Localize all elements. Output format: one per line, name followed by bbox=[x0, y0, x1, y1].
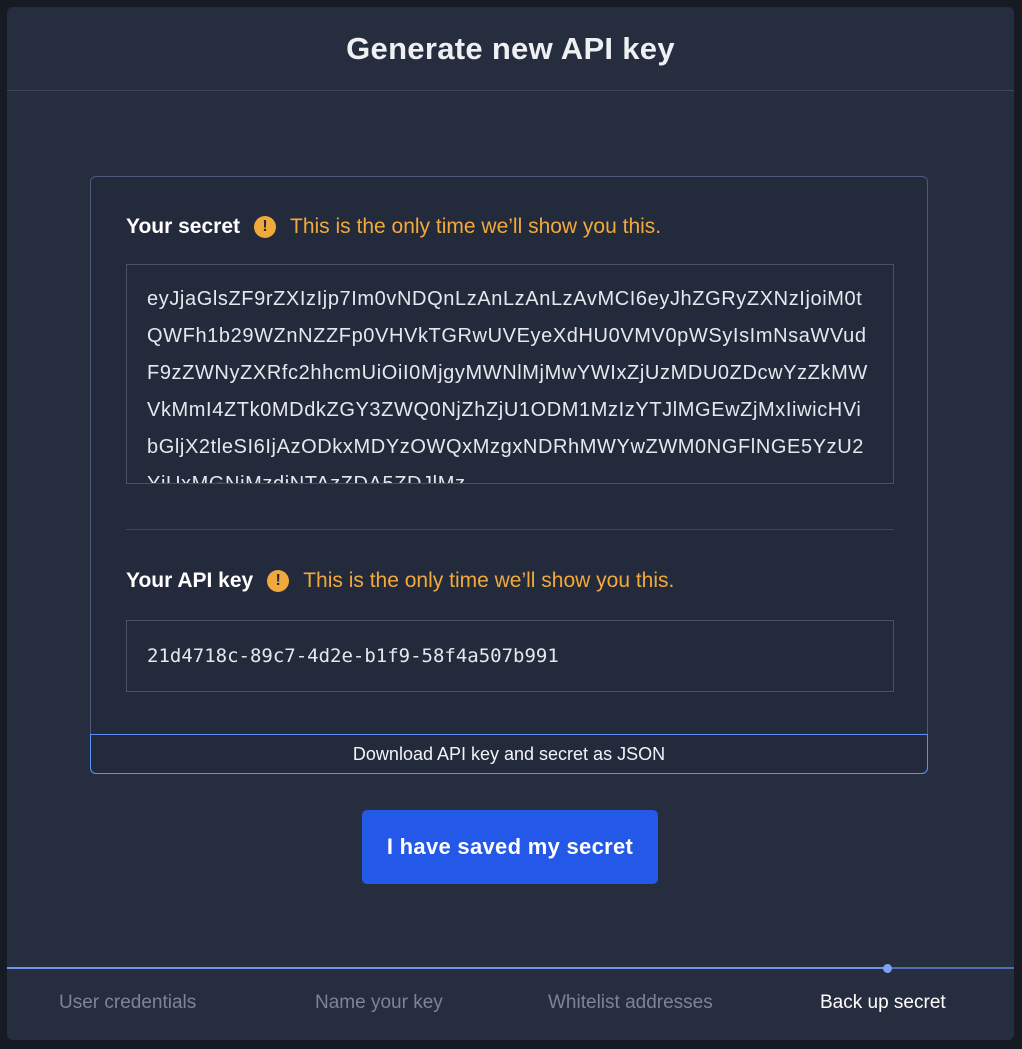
step-name-your-key[interactable]: Name your key bbox=[315, 992, 443, 1014]
download-json-button[interactable]: Download API key and secret as JSON bbox=[90, 734, 928, 774]
section-divider bbox=[126, 529, 894, 530]
wizard-steps: User credentials Name your key Whitelist… bbox=[7, 992, 1014, 1016]
apikey-label: Your API key bbox=[126, 569, 254, 592]
step-back-up-secret[interactable]: Back up secret bbox=[820, 992, 946, 1014]
exclamation-circle-icon: ! bbox=[267, 570, 290, 592]
secret-label: Your secret bbox=[126, 215, 240, 238]
apikey-label-row: Your API key ! This is the only time we’… bbox=[126, 569, 674, 593]
secret-value[interactable]: eyJjaGlsZF9rZXIzIjp7Im0vNDQnLzAnLzAnLzAv… bbox=[147, 281, 873, 483]
secret-label-row: Your secret ! This is the only time we’l… bbox=[126, 215, 661, 239]
modal-title: Generate new API key bbox=[346, 30, 675, 66]
step-user-credentials[interactable]: User credentials bbox=[59, 992, 196, 1014]
modal-header: Generate new API key bbox=[7, 7, 1014, 91]
exclamation-circle-icon: ! bbox=[254, 216, 276, 238]
apikey-field[interactable]: 21d4718c-89c7-4d2e-b1f9-58f4a507b991 bbox=[126, 620, 894, 692]
secret-textarea[interactable]: eyJjaGlsZF9rZXIzIjp7Im0vNDQnLzAnLzAnLzAv… bbox=[126, 264, 894, 484]
generate-api-key-modal: Generate new API key Your secret ! This … bbox=[7, 7, 1014, 1040]
secret-warning-text: This is the only time we’ll show you thi… bbox=[290, 215, 662, 238]
progress-fill bbox=[7, 967, 888, 969]
step-whitelist-addresses[interactable]: Whitelist addresses bbox=[548, 992, 713, 1014]
apikey-value[interactable]: 21d4718c-89c7-4d2e-b1f9-58f4a507b991 bbox=[147, 645, 559, 667]
credentials-card: Your secret ! This is the only time we’l… bbox=[90, 176, 928, 774]
apikey-warning-text: This is the only time we’ll show you thi… bbox=[303, 569, 675, 592]
progress-indicator-dot bbox=[883, 964, 893, 973]
saved-secret-button[interactable]: I have saved my secret bbox=[362, 810, 658, 884]
